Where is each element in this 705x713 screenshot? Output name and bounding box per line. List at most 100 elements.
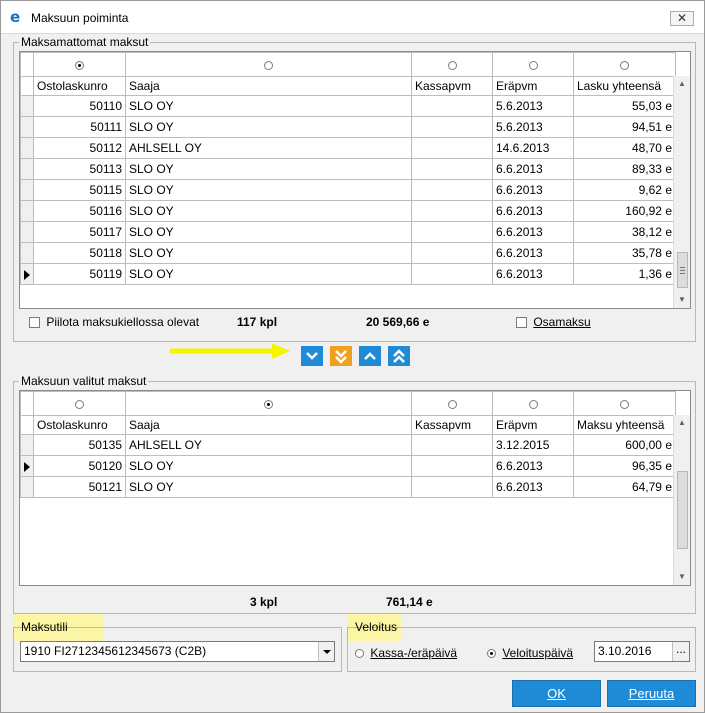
unpaid-payments-group: Maksamattomat maksut Ostolaskunro Saaja Ka… bbox=[13, 35, 696, 342]
sort-radio[interactable] bbox=[264, 60, 273, 70]
close-button[interactable]: ✕ bbox=[670, 11, 694, 26]
partial-payment-checkbox[interactable] bbox=[516, 317, 527, 329]
scrollbar-thumb[interactable] bbox=[677, 471, 688, 549]
row-indicator-cell bbox=[20, 434, 34, 456]
table-cell: SLO OY bbox=[125, 221, 412, 243]
table-row[interactable]: 50116 SLO OY 6.6.2013 160,92 e bbox=[20, 200, 676, 222]
move-up-one-button[interactable] bbox=[359, 346, 381, 366]
column-header[interactable]: Eräpvm bbox=[492, 415, 574, 435]
table-cell: 14.6.2013 bbox=[492, 137, 574, 159]
column-header[interactable]: Saaja bbox=[125, 76, 412, 96]
charge-option-date[interactable]: Veloituspäivä bbox=[487, 646, 573, 660]
ok-button[interactable]: OK bbox=[512, 680, 601, 707]
sort-radio-cell[interactable] bbox=[411, 391, 493, 416]
sort-radio[interactable] bbox=[447, 399, 457, 409]
table-row[interactable]: 50115 SLO OY 6.6.2013 9,62 e bbox=[20, 179, 676, 201]
sort-radio[interactable] bbox=[620, 60, 629, 70]
row-indicator-cell bbox=[20, 221, 34, 243]
charge-option-date-radio[interactable] bbox=[487, 649, 496, 659]
table-cell: SLO OY bbox=[125, 116, 412, 138]
scroll-up-icon[interactable]: ▲ bbox=[674, 415, 690, 431]
account-select[interactable]: 1910 FI2712345612345673 (C2B) bbox=[20, 641, 335, 662]
table-cell bbox=[411, 158, 493, 180]
selected-vertical-scrollbar[interactable]: ▲ ▼ bbox=[673, 415, 690, 585]
table-cell: 50111 bbox=[33, 116, 126, 138]
table-row[interactable]: 50111 SLO OY 5.6.2013 94,51 e bbox=[20, 116, 676, 138]
table-row[interactable]: 50117 SLO OY 6.6.2013 38,12 e bbox=[20, 221, 676, 243]
scroll-down-icon[interactable]: ▼ bbox=[674, 292, 690, 308]
table-cell: 5.6.2013 bbox=[492, 95, 574, 117]
sort-radio-cell[interactable] bbox=[125, 52, 412, 77]
sort-radio-cell[interactable] bbox=[573, 391, 676, 416]
table-cell: SLO OY bbox=[125, 95, 412, 117]
sort-radio[interactable] bbox=[528, 399, 538, 409]
partial-payment-option[interactable]: Osamaksu bbox=[516, 315, 591, 329]
sort-radio-cell[interactable] bbox=[33, 52, 126, 77]
table-cell: 48,70 e bbox=[573, 137, 676, 159]
table-row[interactable]: 50121 SLO OY 6.6.2013 64,79 e bbox=[20, 476, 676, 498]
scroll-up-icon[interactable]: ▲ bbox=[674, 76, 690, 92]
scroll-down-icon[interactable]: ▼ bbox=[674, 569, 690, 585]
scrollbar-thumb[interactable] bbox=[677, 252, 688, 288]
charge-date-value: 3.10.2016 bbox=[598, 644, 652, 658]
sort-radio[interactable] bbox=[264, 399, 273, 409]
sort-radio[interactable] bbox=[447, 60, 457, 70]
table-cell: 50135 bbox=[33, 434, 126, 456]
chevron-down-icon[interactable] bbox=[318, 642, 334, 661]
move-down-all-button[interactable] bbox=[330, 346, 352, 366]
charge-date-field[interactable]: 3.10.2016 ... bbox=[594, 641, 690, 662]
sort-radio-cell[interactable] bbox=[492, 52, 574, 77]
column-header[interactable]: Kassapvm bbox=[411, 76, 493, 96]
table-row[interactable]: 50118 SLO OY 6.6.2013 35,78 e bbox=[20, 242, 676, 264]
charge-option-due-label: Kassa-/eräpäivä bbox=[370, 646, 458, 660]
table-row[interactable]: 50112 AHLSELL OY 14.6.2013 48,70 e bbox=[20, 137, 676, 159]
table-cell: 89,33 e bbox=[573, 158, 676, 180]
date-picker-button[interactable]: ... bbox=[672, 642, 689, 661]
table-row[interactable]: 50113 SLO OY 6.6.2013 89,33 e bbox=[20, 158, 676, 180]
table-cell: 9,62 e bbox=[573, 179, 676, 201]
column-header[interactable]: Saaja bbox=[125, 415, 412, 435]
sort-radio[interactable] bbox=[75, 60, 84, 70]
selected-grid[interactable]: Ostolaskunro Saaja Kassapvm Eräpvm Maksu yht… bbox=[19, 390, 691, 586]
move-up-all-button[interactable] bbox=[388, 346, 410, 366]
table-cell: 50112 bbox=[33, 137, 126, 159]
column-header[interactable]: Lasku yhteensä bbox=[573, 76, 676, 96]
table-cell bbox=[411, 221, 493, 243]
selected-header-row: Ostolaskunro Saaja Kassapvm Eräpvm Maksu yht… bbox=[20, 415, 676, 435]
hide-blocked-checkbox[interactable] bbox=[29, 317, 40, 329]
table-row[interactable]: 50110 SLO OY 5.6.2013 55,03 e bbox=[20, 95, 676, 117]
unpaid-grid[interactable]: Ostolaskunro Saaja Kassapvm Eräpvm Lasku yht… bbox=[19, 51, 691, 309]
sort-radio[interactable] bbox=[620, 399, 629, 409]
sort-radio[interactable] bbox=[75, 399, 84, 409]
column-header[interactable]: Ostolaskunro bbox=[33, 76, 126, 96]
column-header[interactable]: Kassapvm bbox=[411, 415, 493, 435]
row-indicator-cell bbox=[20, 116, 34, 138]
charge-option-due[interactable]: Kassa-/eräpäivä bbox=[355, 646, 457, 660]
sort-radio-cell[interactable] bbox=[125, 391, 412, 416]
hide-blocked-option[interactable]: Piilota maksukiellossa olevat bbox=[29, 315, 199, 329]
table-row[interactable]: 50135 AHLSELL OY 3.12.2015 600,00 e bbox=[20, 434, 676, 456]
move-down-one-button[interactable] bbox=[301, 346, 323, 366]
table-cell: 50117 bbox=[33, 221, 126, 243]
sort-radio-cell[interactable] bbox=[411, 52, 493, 77]
table-cell bbox=[411, 137, 493, 159]
table-row[interactable]: 50119 SLO OY 6.6.2013 1,36 e bbox=[20, 263, 676, 285]
sort-radio-cell[interactable] bbox=[492, 391, 574, 416]
cancel-button[interactable]: Peruuta bbox=[607, 680, 696, 707]
charge-option-due-radio[interactable] bbox=[355, 649, 364, 659]
column-header[interactable]: Ostolaskunro bbox=[33, 415, 126, 435]
column-header[interactable]: Eräpvm bbox=[492, 76, 574, 96]
app-icon: e bbox=[10, 8, 21, 26]
table-cell: SLO OY bbox=[125, 179, 412, 201]
table-row[interactable]: 50120 SLO OY 6.6.2013 96,35 e bbox=[20, 455, 676, 477]
sort-radio[interactable] bbox=[528, 60, 538, 70]
table-cell: SLO OY bbox=[125, 242, 412, 264]
column-header[interactable]: Maksu yhteensä bbox=[573, 415, 676, 435]
selected-total: 761,14 e bbox=[386, 595, 433, 609]
table-cell: 5.6.2013 bbox=[492, 116, 574, 138]
dialog-window: e Maksuun poiminta ✕ Maksamattomat maksu… bbox=[0, 0, 705, 713]
table-cell bbox=[411, 179, 493, 201]
unpaid-vertical-scrollbar[interactable]: ▲ ▼ bbox=[673, 76, 690, 308]
sort-radio-cell[interactable] bbox=[33, 391, 126, 416]
sort-radio-cell[interactable] bbox=[573, 52, 676, 77]
